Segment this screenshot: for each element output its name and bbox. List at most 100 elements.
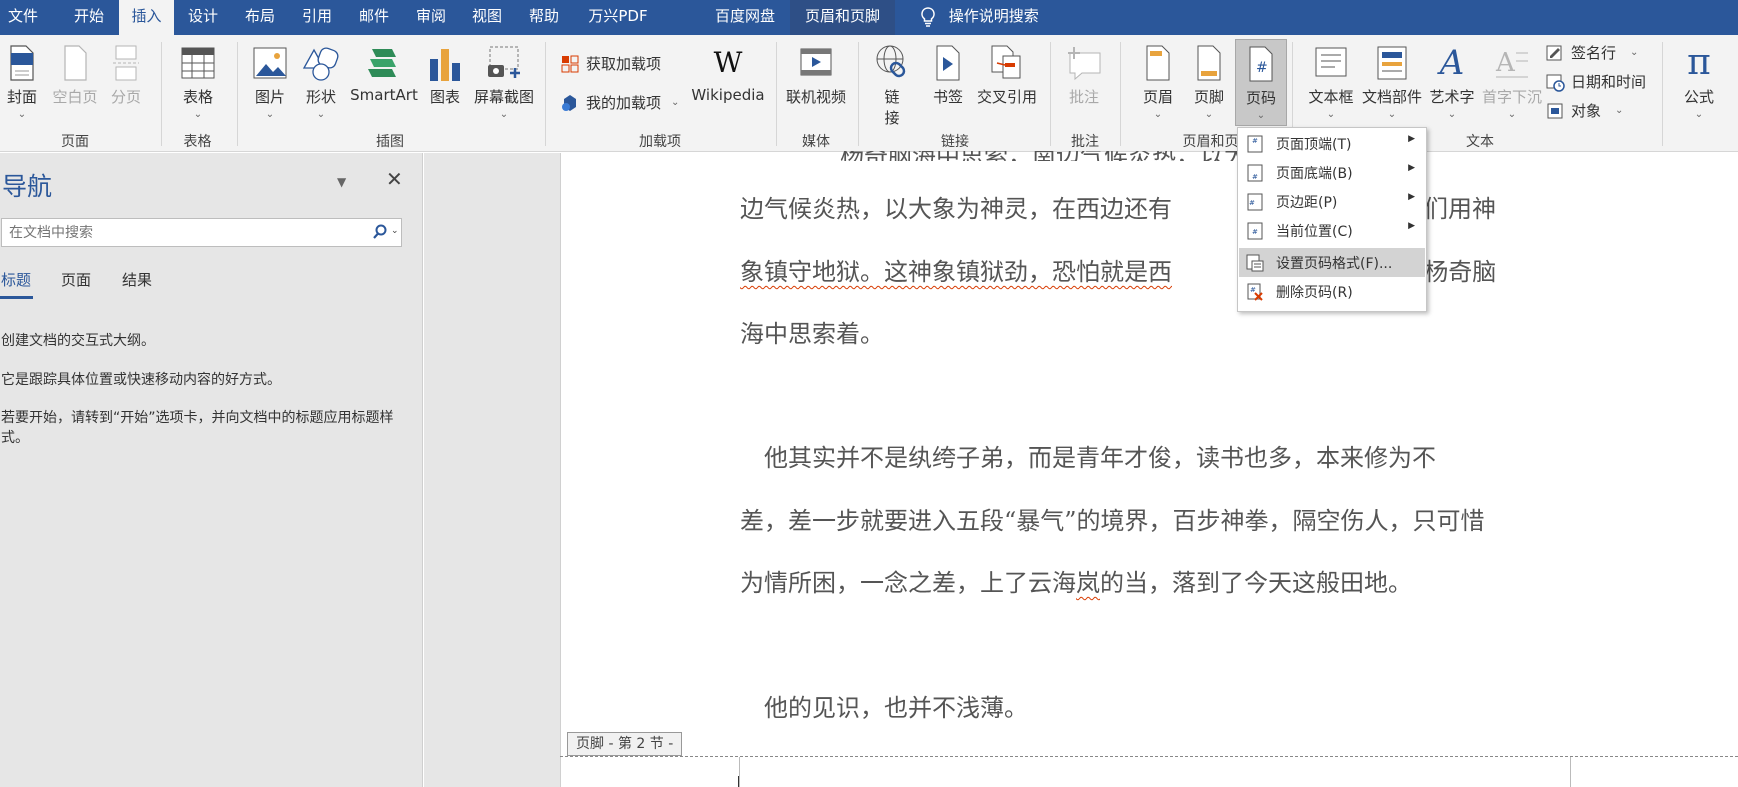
screenshot-icon (488, 46, 520, 78)
tab-baidu-netdisk[interactable]: 百度网盘 (700, 0, 790, 35)
get-addins-button[interactable]: 获取加载项 (560, 53, 661, 74)
wikipedia-label: Wikipedia (691, 86, 765, 104)
cover-page-button[interactable]: 封面 ⌄ (0, 43, 44, 120)
blank-page-icon (64, 45, 87, 81)
nav-close-icon[interactable]: ✕ (386, 167, 403, 191)
search-options-chevron-icon[interactable]: ⌄ (391, 226, 399, 236)
my-addins-button[interactable]: 我的加载项 ⌄ (560, 92, 679, 113)
online-video-icon (800, 48, 832, 76)
drop-cap-button[interactable]: A 首字下沉 ⌄ (1480, 43, 1544, 120)
tab-references[interactable]: 引用 (290, 0, 344, 35)
tab-mailings[interactable]: 邮件 (347, 0, 401, 35)
page-number-button[interactable]: # 页码 ⌄ (1235, 39, 1287, 126)
equation-button[interactable]: π 公式 ⌄ (1672, 43, 1726, 120)
footer-margin-left (739, 757, 740, 787)
chevron-down-icon: ⌄ (1694, 109, 1704, 120)
nav-tab-headings[interactable]: 标题 (1, 269, 31, 290)
table-label: 表格 (182, 88, 213, 106)
tab-insert[interactable]: 插入 (119, 0, 174, 35)
tab-header-footer[interactable]: 页眉和页脚 (790, 0, 895, 35)
group-label-tables: 表格 (183, 134, 212, 150)
blank-page-label: 空白页 (52, 88, 98, 106)
get-addins-label: 获取加载项 (586, 55, 662, 73)
object-button[interactable]: 对象 ⌄ (1545, 100, 1623, 121)
remove-page-numbers-icon: # (1247, 283, 1263, 301)
shapes-button[interactable]: 形状 ⌄ (299, 43, 343, 120)
cross-reference-button[interactable]: 交叉引用 (973, 43, 1041, 107)
tab-design[interactable]: 设计 (176, 0, 230, 35)
screenshot-label: 屏幕截图 (473, 88, 534, 106)
nav-options-chevron-icon[interactable]: ▼ (337, 175, 346, 189)
page-number-label: 页码 (1245, 89, 1276, 107)
chevron-down-icon: ⌄ (265, 109, 275, 120)
menu-item-label: 删除页码(R) (1276, 285, 1353, 301)
object-label: 对象 (1571, 102, 1602, 120)
screenshot-button[interactable]: 屏幕截图 ⌄ (470, 43, 538, 120)
page-break-button[interactable]: 分页 (104, 43, 148, 107)
new-comment-button[interactable]: 批注 (1062, 43, 1106, 107)
navigation-pane: 导航 ▼ ✕ ⌄ 标题 页面 结果 创建文档的交互式大纲。 它是跟踪具体位置或快… (0, 153, 423, 787)
header-button[interactable]: 页眉 ⌄ (1138, 43, 1178, 120)
shapes-icon (302, 47, 339, 81)
ribbon-tab-bar: 文件 开始 插入 设计 布局 引用 邮件 审阅 视图 帮助 万兴PDF 百度网盘… (0, 0, 1738, 35)
ribbon-separator (161, 42, 162, 146)
doc-line-4: 他其实并不是纨绔子弟，而是青年才俊，读书也多，本来修为不 (764, 444, 1436, 472)
textbox-button[interactable]: 文本框 ⌄ (1305, 43, 1357, 120)
menu-item-top-of-page[interactable]: # 页面顶端(T) ▶ (1239, 129, 1425, 158)
tab-view[interactable]: 视图 (460, 0, 514, 35)
tab-help[interactable]: 帮助 (517, 0, 571, 35)
comment-label: 批注 (1068, 88, 1099, 106)
smartart-label: SmartArt (350, 86, 418, 104)
nav-tab-results[interactable]: 结果 (122, 269, 152, 290)
quick-parts-button[interactable]: 文档部件 ⌄ (1361, 43, 1423, 120)
picture-button[interactable]: 图片 ⌄ (248, 43, 292, 120)
tab-home[interactable]: 开始 (62, 0, 116, 35)
menu-item-format-page-numbers[interactable]: 设置页码格式(F)... (1239, 248, 1425, 277)
wikipedia-button[interactable]: W Wikipedia (688, 43, 768, 104)
online-video-button[interactable]: 联机视频 (785, 43, 847, 107)
menu-item-remove-page-numbers[interactable]: # 删除页码(R) (1239, 277, 1425, 306)
page-break-icon (113, 45, 139, 81)
link-label-line2: 接 (884, 109, 900, 127)
search-icon[interactable] (372, 224, 388, 240)
menu-item-current-position[interactable]: # 当前位置(C) ▶ (1239, 216, 1425, 245)
footer-button[interactable]: 页脚 ⌄ (1189, 43, 1229, 120)
online-video-label: 联机视频 (785, 88, 846, 106)
page-bottom-icon: # (1247, 164, 1263, 182)
chevron-down-icon: ⌄ (193, 109, 203, 120)
equation-label: 公式 (1683, 88, 1714, 106)
smartart-button[interactable]: SmartArt (350, 43, 418, 104)
nav-search-box[interactable]: ⌄ (1, 218, 402, 247)
chevron-down-icon: ⌄ (316, 109, 326, 120)
tab-wondershare-pdf[interactable]: 万兴PDF (578, 0, 658, 35)
nav-search-input[interactable] (9, 222, 359, 243)
blank-page-button[interactable]: 空白页 (50, 43, 100, 107)
tab-layout[interactable]: 布局 (233, 0, 287, 35)
nav-tab-pages[interactable]: 页面 (61, 269, 91, 290)
group-label-illustrations: 插图 (376, 134, 404, 150)
chart-button[interactable]: 图表 (427, 43, 463, 107)
wordart-button[interactable]: A 艺术字 ⌄ (1427, 43, 1477, 120)
date-time-button[interactable]: 日期和时间 (1545, 71, 1646, 92)
menu-item-bottom-of-page[interactable]: # 页面底端(B) ▶ (1239, 158, 1425, 187)
textbox-icon (1315, 47, 1347, 77)
nav-tab-underline (0, 296, 33, 299)
link-button[interactable]: 链 接 (872, 43, 912, 128)
bookmark-button[interactable]: 书签 (928, 43, 968, 107)
tell-me-search[interactable]: 操作说明搜索 (920, 0, 1039, 35)
table-button[interactable]: 表格 ⌄ (175, 43, 221, 120)
group-label-links: 链接 (941, 134, 969, 150)
tab-review[interactable]: 审阅 (404, 0, 458, 35)
submenu-arrow-icon: ▶ (1408, 163, 1415, 173)
tab-file[interactable]: 文件 (0, 0, 46, 35)
menu-item-label: 页边距(P) (1276, 195, 1338, 211)
svg-text:#: # (1256, 60, 1268, 76)
menu-item-page-margins[interactable]: # 页边距(P) ▶ (1239, 187, 1425, 216)
store-icon (561, 55, 579, 72)
doc-line-7: 他的见识，也并不浅薄。 (764, 694, 1028, 722)
header-icon (1146, 45, 1170, 81)
doc-line-3: 海中思索着。 (740, 320, 884, 348)
ribbon-separator (776, 42, 777, 146)
signature-line-button[interactable]: 签名行 ⌄ (1545, 42, 1638, 63)
page-number-menu: # 页面顶端(T) ▶ # 页面底端(B) ▶ # 页边距(P) ▶ # 当前位置(C… (1237, 127, 1427, 312)
